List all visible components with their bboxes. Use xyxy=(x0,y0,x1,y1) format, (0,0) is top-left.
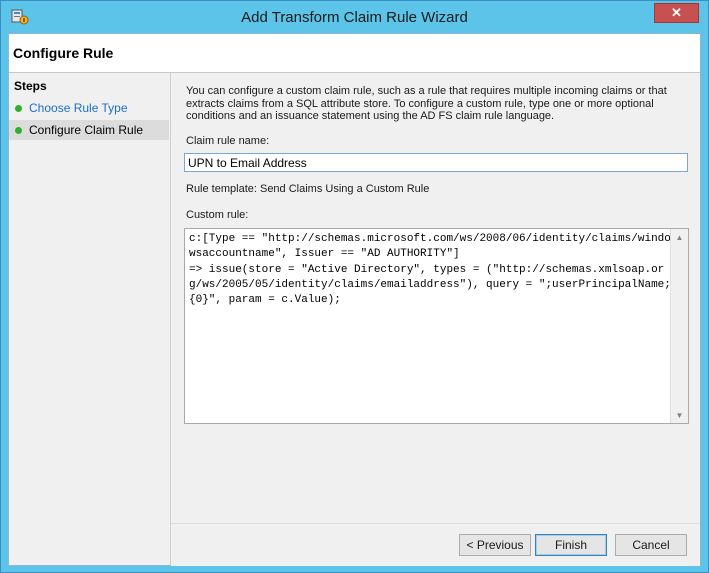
close-button[interactable]: ✕ xyxy=(654,3,699,23)
claim-rule-name-label: Claim rule name: xyxy=(186,135,270,147)
cancel-button[interactable]: Cancel xyxy=(615,534,687,556)
finish-button[interactable]: Finish xyxy=(535,534,607,556)
rule-template-text: Rule template: Send Claims Using a Custo… xyxy=(186,183,430,195)
step-complete-icon xyxy=(15,126,22,134)
wizard-client-area: Configure Rule Steps Choose Rule Type Co… xyxy=(8,33,701,566)
step-choose-rule-type[interactable]: Choose Rule Type xyxy=(9,98,169,118)
custom-rule-label: Custom rule: xyxy=(186,209,249,221)
scroll-up-icon[interactable]: ▲ xyxy=(671,229,688,245)
steps-heading: Steps xyxy=(14,79,47,93)
close-icon: ✕ xyxy=(671,5,682,20)
intro-text: You can configure a custom claim rule, s… xyxy=(186,85,667,122)
vertical-scrollbar[interactable]: ▲ ▼ xyxy=(670,229,688,423)
step-label: Configure Claim Rule xyxy=(29,123,144,137)
content-panel: You can configure a custom claim rule, s… xyxy=(171,73,700,523)
wizard-window: Add Transform Claim Rule Wizard ✕ Config… xyxy=(0,0,709,573)
step-complete-icon xyxy=(15,104,22,112)
step-configure-claim-rule: Configure Claim Rule xyxy=(9,120,169,140)
steps-panel: Steps Choose Rule Type Configure Claim R… xyxy=(9,73,171,565)
custom-rule-textarea[interactable]: c:[Type == "http://schemas.microsoft.com… xyxy=(184,228,689,424)
claim-rule-name-input[interactable]: UPN to Email Address xyxy=(184,153,688,172)
step-label: Choose Rule Type xyxy=(29,101,128,115)
scroll-down-icon[interactable]: ▼ xyxy=(671,407,688,423)
page-header: Configure Rule xyxy=(9,34,700,73)
previous-button[interactable]: < Previous xyxy=(459,534,531,556)
title-bar[interactable]: Add Transform Claim Rule Wizard ✕ xyxy=(1,1,708,33)
custom-rule-text: c:[Type == "http://schemas.microsoft.com… xyxy=(189,233,671,307)
page-title: Configure Rule xyxy=(13,45,114,61)
button-bar: < Previous Finish Cancel xyxy=(171,523,700,566)
window-title: Add Transform Claim Rule Wizard xyxy=(241,9,468,26)
